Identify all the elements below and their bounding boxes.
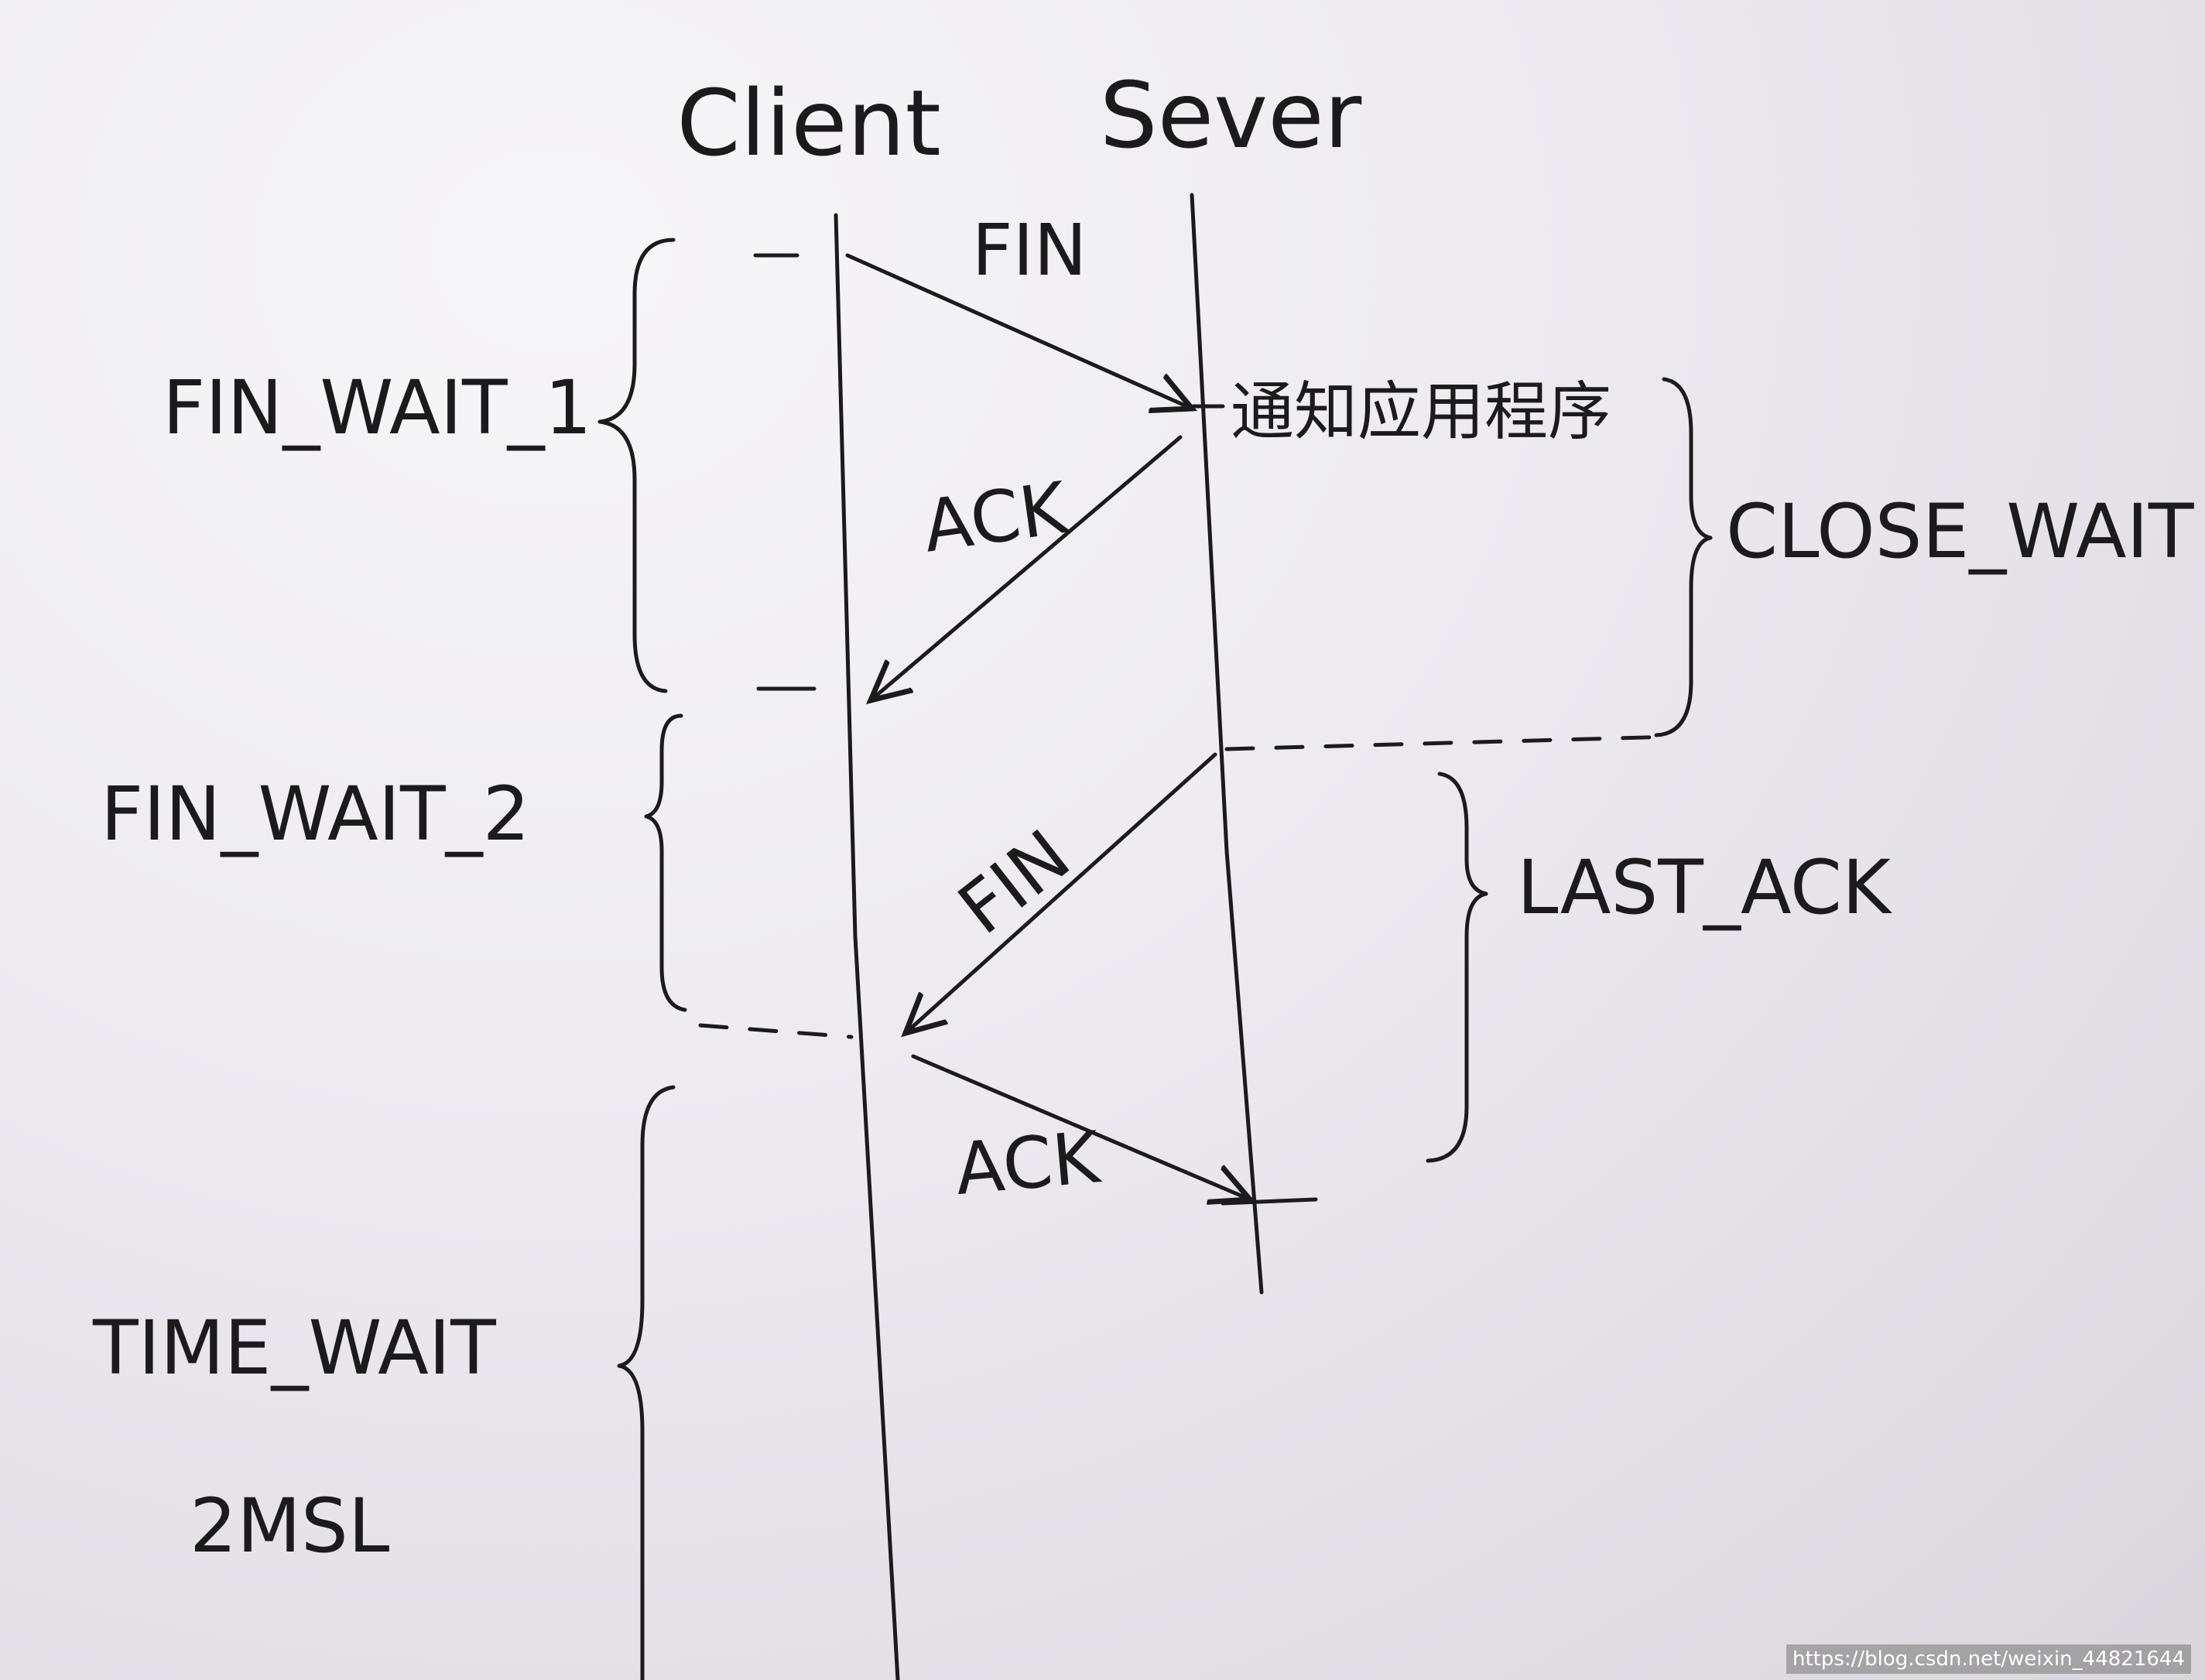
fin-1-label: FIN bbox=[972, 209, 1087, 292]
ack-1-label: ACK bbox=[918, 467, 1074, 569]
client-header: Client bbox=[676, 70, 941, 176]
close-wait-brace bbox=[1654, 377, 1713, 737]
fin-2-label: FIN bbox=[943, 814, 1085, 950]
server-lifeline bbox=[1190, 193, 1264, 1295]
time-wait-duration-label: 2MSL bbox=[190, 1483, 389, 1569]
time-wait-brace bbox=[617, 1085, 676, 1680]
time-wait-label: TIME_WAIT bbox=[92, 1305, 496, 1391]
time-wait-start-tick bbox=[698, 1023, 854, 1039]
fin-wait-2-label: FIN_WAIT_2 bbox=[101, 771, 530, 857]
diagram-canvas: Client Sever FIN ACK FIN ACK 通知应用程序 FIN_… bbox=[0, 0, 2205, 1680]
last-ack-label: LAST_ACK bbox=[1517, 844, 1892, 931]
fin-wait-2-brace bbox=[644, 713, 687, 1012]
tcp-four-way-handshake-diagram: Client Sever FIN ACK FIN ACK 通知应用程序 FIN_… bbox=[92, 62, 2194, 1680]
watermark: https://blog.csdn.net/weixin_44821644 bbox=[1786, 1644, 2191, 1674]
close-wait-label: CLOSE_WAIT bbox=[1726, 488, 2194, 575]
server-notify-app-label: 通知应用程序 bbox=[1231, 375, 1611, 449]
client-lifeline bbox=[834, 213, 900, 1680]
server-closed-tick bbox=[1221, 1197, 1318, 1206]
fin-wait-1-label: FIN_WAIT_1 bbox=[163, 364, 592, 451]
ack-2-label: ACK bbox=[952, 1116, 1104, 1211]
last-ack-brace bbox=[1426, 772, 1488, 1163]
server-header: Sever bbox=[1100, 62, 1362, 169]
close-wait-end-dashes bbox=[1224, 734, 1674, 751]
fin-wait-1-brace bbox=[597, 238, 676, 693]
